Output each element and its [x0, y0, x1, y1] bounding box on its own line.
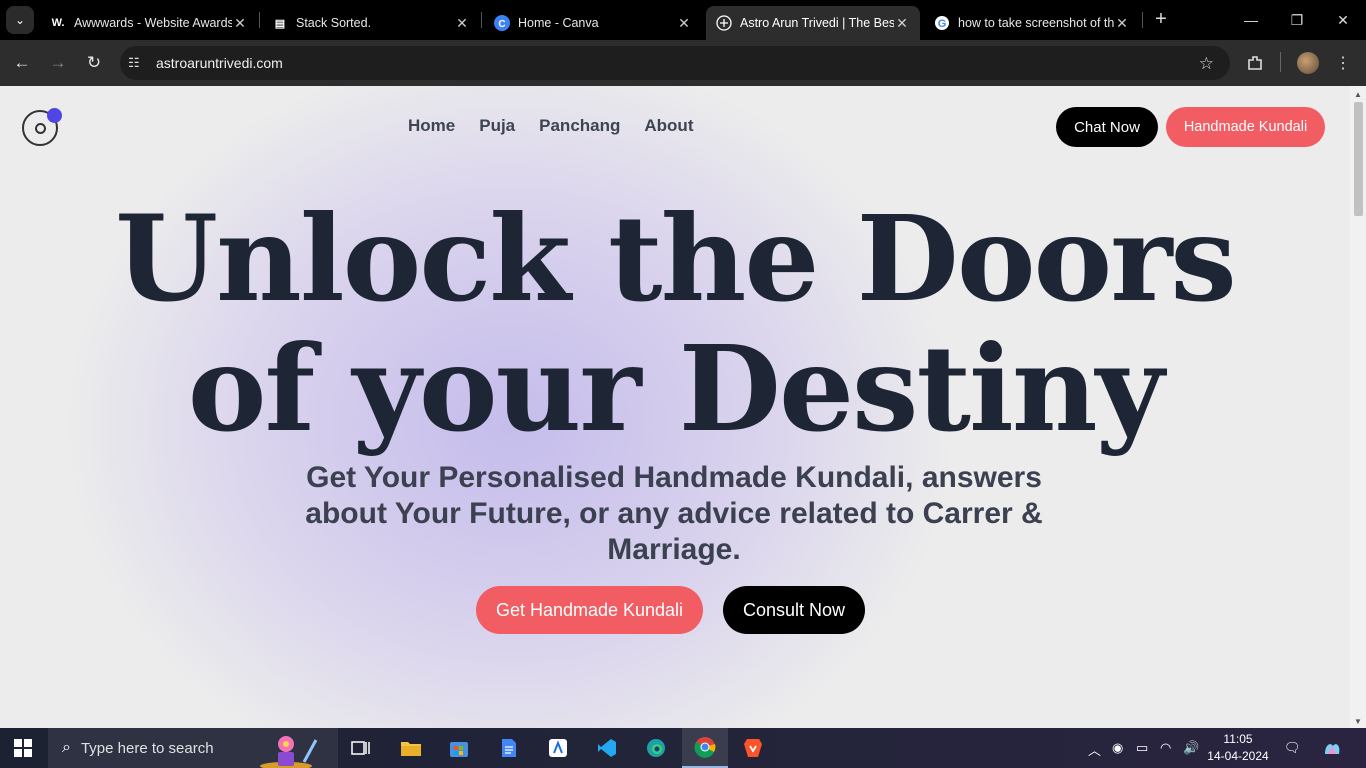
logo-inner-ring: [35, 123, 46, 134]
toolbar-separator: [1280, 52, 1281, 72]
hero-title-line1: Unlock the Doors: [115, 189, 1237, 328]
file-explorer-icon[interactable]: [388, 728, 434, 768]
copilot-icon[interactable]: [1322, 740, 1342, 761]
tab-strip: ⌄ W. Awwwards - Website Awards ✕ ▤ Stack…: [0, 0, 1366, 40]
google-docs-icon[interactable]: [486, 728, 532, 768]
tab-astro-active[interactable]: Astro Arun Trivedi | The Best ✕: [706, 6, 920, 40]
address-bar[interactable]: ☷ astroaruntrivedi.com ☆: [120, 46, 1230, 80]
meet-now-icon[interactable]: ◉: [1112, 740, 1123, 756]
search-icon: ⌕: [62, 739, 71, 756]
scroll-down-arrow-icon[interactable]: ▼: [1354, 717, 1362, 726]
search-placeholder: Type here to search: [80, 739, 214, 757]
profile-avatar[interactable]: [1297, 52, 1319, 74]
awwwards-icon: W.: [51, 17, 65, 29]
system-clock[interactable]: 11:05 14-04-2024: [1206, 731, 1270, 765]
close-icon[interactable]: ✕: [454, 15, 470, 32]
tab-awwwards[interactable]: W. Awwwards - Website Awards ✕: [40, 6, 258, 40]
handmade-kundali-button[interactable]: Handmade Kundali: [1166, 107, 1325, 147]
close-icon[interactable]: ✕: [894, 15, 910, 32]
reload-icon[interactable]: ↻: [82, 51, 106, 75]
site-settings-icon[interactable]: ☷: [128, 55, 148, 71]
bookmark-star-icon[interactable]: ☆: [1199, 54, 1214, 74]
hero-title-line2: of your Destiny: [187, 319, 1164, 458]
svg-text:C: C: [498, 19, 505, 30]
forward-arrow-icon[interactable]: →: [46, 51, 70, 75]
extensions-puzzle-icon[interactable]: [1243, 51, 1267, 75]
tab-search-chevron-icon[interactable]: ⌄: [6, 6, 34, 34]
nav-about[interactable]: About: [644, 116, 693, 136]
chat-now-button[interactable]: Chat Now: [1056, 107, 1158, 147]
canva-icon: C: [494, 15, 510, 31]
url-text[interactable]: astroaruntrivedi.com: [156, 55, 283, 71]
scroll-thumb[interactable]: [1354, 102, 1363, 216]
menu-kebab-icon[interactable]: ⋮: [1331, 51, 1355, 75]
windows-start-icon[interactable]: [14, 739, 32, 757]
page-viewport: Home Puja Panchang About Chat Now Handma…: [0, 86, 1350, 728]
back-arrow-icon[interactable]: ←: [10, 51, 34, 75]
tab-title: Awwwards - Website Awards: [74, 16, 232, 30]
tab-separator: [1142, 12, 1143, 28]
tab-canva[interactable]: C Home - Canva ✕: [484, 6, 702, 40]
task-view-icon[interactable]: [338, 728, 384, 768]
nav-panchang[interactable]: Panchang: [539, 116, 620, 136]
search-highlight-flower-icon: [260, 736, 318, 768]
tab-title: how to take screenshot of the: [958, 16, 1114, 30]
volume-icon[interactable]: 🔊: [1183, 740, 1199, 756]
page-scrollbar[interactable]: ▲ ▼: [1350, 86, 1366, 728]
tab-title: Home - Canva: [518, 16, 599, 30]
site-nav: Home Puja Panchang About: [408, 116, 693, 136]
tab-separator: [481, 12, 482, 28]
close-icon[interactable]: ✕: [232, 15, 248, 32]
close-icon[interactable]: ✕: [676, 15, 692, 32]
stack-sorted-icon: ▤: [274, 17, 286, 30]
google-icon: G: [934, 15, 950, 31]
logo-dot: [47, 108, 62, 123]
hero-subtitle: Get Your Personalised Handmade Kundali, …: [305, 461, 1043, 566]
clock-time: 11:05: [1223, 732, 1253, 746]
astro-icon: [716, 15, 732, 31]
windows-taskbar: ⌕ Type here to search ︿ ◉ ▭ ◠ 🔊 11:05 14…: [0, 728, 1366, 768]
window-close-icon[interactable]: ✕: [1331, 8, 1355, 32]
minimize-icon[interactable]: —: [1239, 8, 1263, 32]
show-hidden-icons-chevron-icon[interactable]: ︿: [1088, 740, 1101, 759]
hero-title: Unlock the Doors of your Destiny: [0, 194, 1350, 454]
consult-now-button[interactable]: Consult Now: [723, 586, 865, 634]
nav-home[interactable]: Home: [408, 116, 455, 136]
notifications-icon[interactable]: 🗨: [1284, 740, 1301, 756]
tab-stack-sorted[interactable]: ▤ Stack Sorted. ✕: [262, 6, 480, 40]
tab-google[interactable]: G how to take screenshot of the ✕: [924, 6, 1140, 40]
tab-title: Astro Arun Trivedi | The Best: [740, 16, 894, 30]
wifi-icon[interactable]: ◠: [1160, 740, 1171, 756]
chrome-icon[interactable]: [682, 728, 728, 768]
nav-puja[interactable]: Puja: [479, 116, 515, 136]
notion-like-app-icon[interactable]: [535, 728, 581, 768]
scroll-up-arrow-icon[interactable]: ▲: [1354, 90, 1362, 99]
site-logo-icon[interactable]: [22, 108, 62, 146]
svg-text:G: G: [938, 18, 947, 30]
tab-title: Stack Sorted.: [296, 16, 372, 30]
restore-icon[interactable]: ❐: [1285, 8, 1309, 32]
close-icon[interactable]: ✕: [1114, 15, 1130, 32]
clock-date: 14-04-2024: [1207, 749, 1269, 763]
new-tab-plus-icon[interactable]: +: [1150, 8, 1172, 30]
taskbar-search-input[interactable]: ⌕ Type here to search: [48, 728, 338, 768]
microsoft-store-icon[interactable]: [436, 728, 482, 768]
edge-icon[interactable]: [633, 728, 679, 768]
browser-toolbar: ← → ↻ ☷ astroaruntrivedi.com ☆ ⋮: [0, 40, 1366, 86]
tab-separator: [259, 12, 260, 28]
get-handmade-kundali-button[interactable]: Get Handmade Kundali: [476, 586, 703, 634]
brave-icon[interactable]: [730, 728, 776, 768]
vscode-icon[interactable]: [584, 728, 630, 768]
battery-icon[interactable]: ▭: [1136, 740, 1148, 756]
